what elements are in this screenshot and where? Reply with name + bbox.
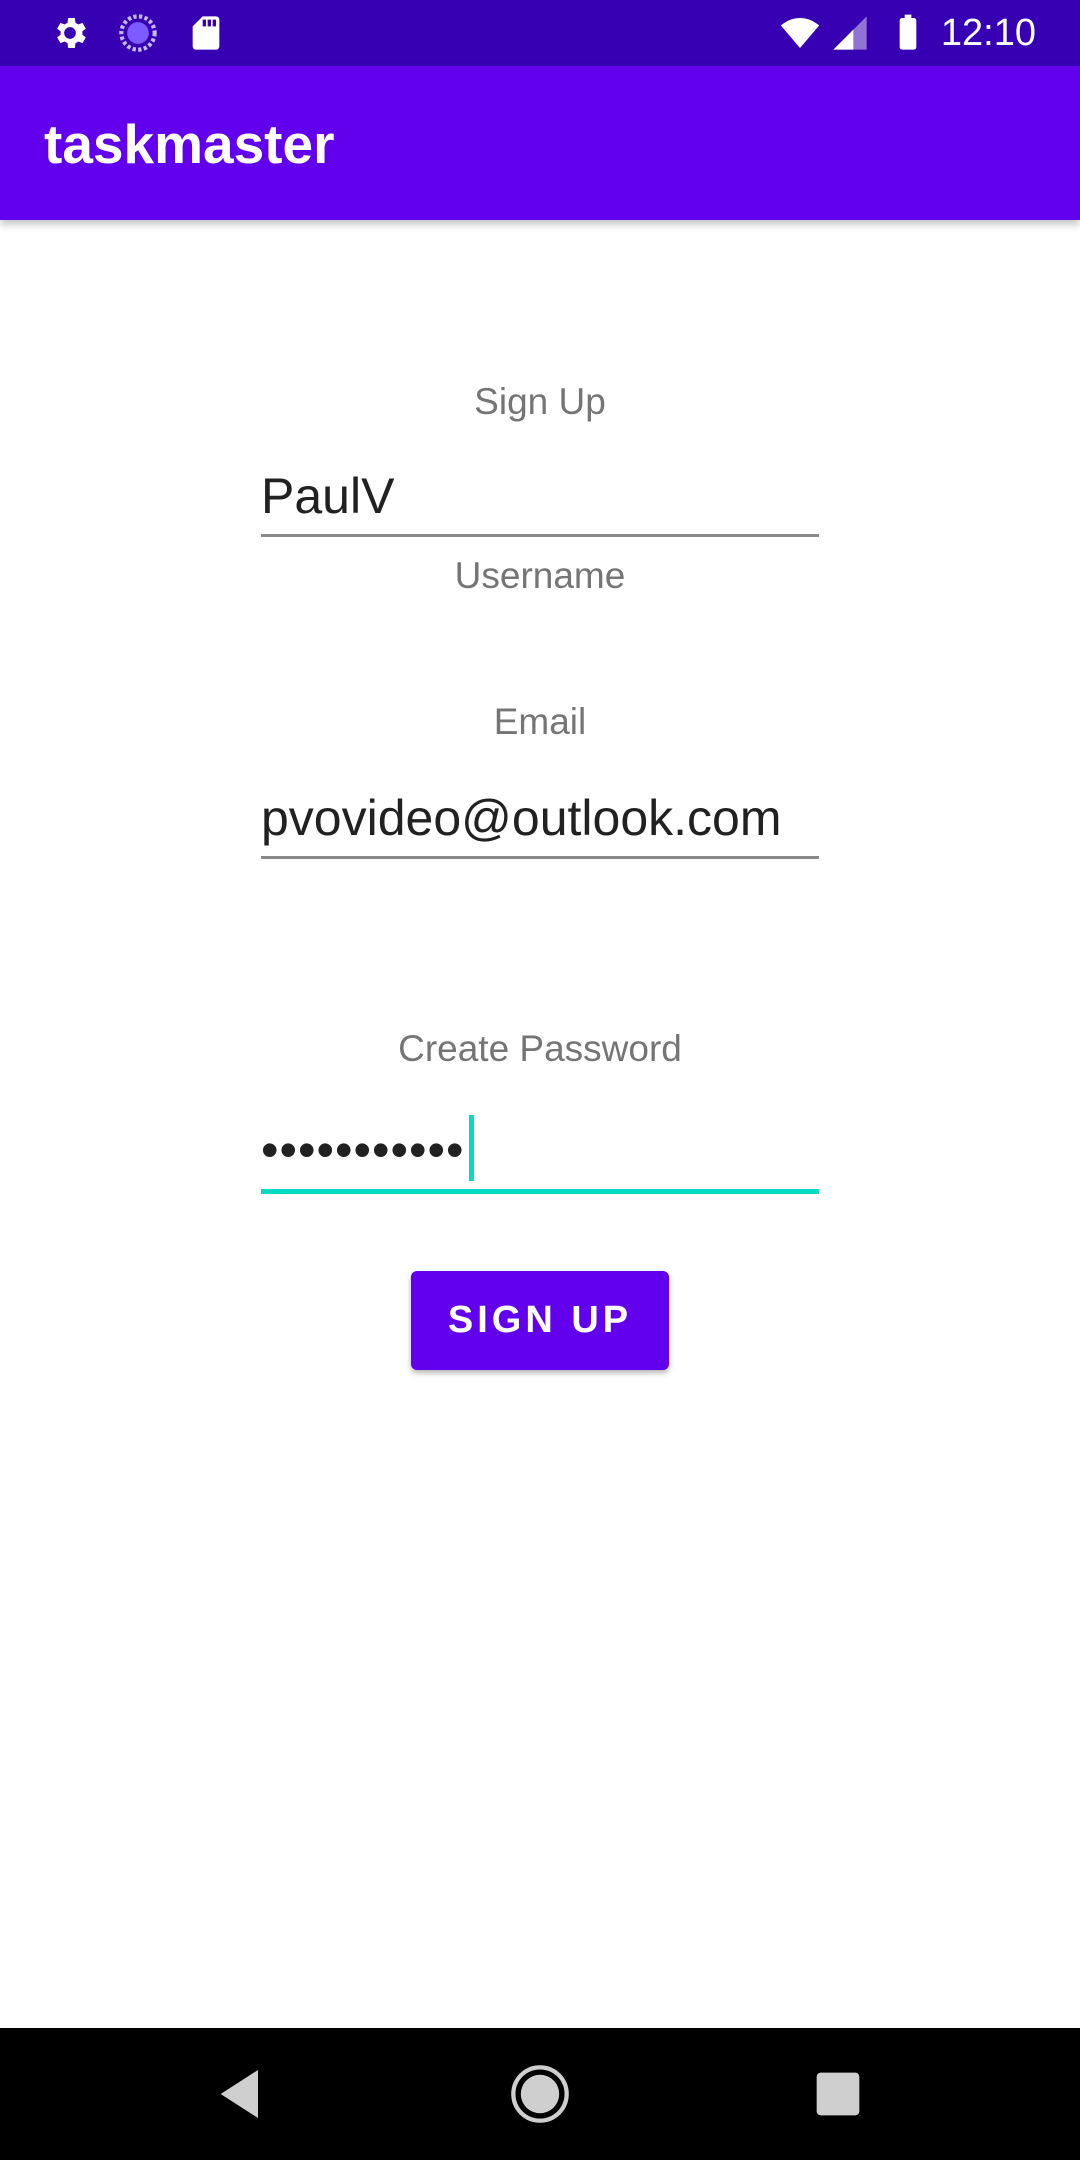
password-input-content: •••••••••••: [261, 1115, 474, 1181]
home-icon[interactable]: [508, 2062, 572, 2126]
password-label: Create Password: [398, 1028, 682, 1069]
password-value: •••••••••••: [261, 1122, 465, 1178]
status-time: 12:10: [940, 12, 1036, 54]
email-field[interactable]: pvovideo@outlook.com: [261, 779, 819, 859]
app-bar: taskmaster: [0, 66, 1080, 220]
navigation-bar: [0, 2028, 1080, 2160]
screen: 12:10 taskmaster Sign Up PaulV Username …: [0, 0, 1080, 2160]
back-icon[interactable]: [210, 2062, 274, 2126]
text-cursor: [468, 1115, 474, 1181]
sign-up-button[interactable]: SIGN UP: [411, 1271, 669, 1370]
email-value: pvovideo@outlook.com: [261, 790, 782, 846]
battery-icon: [899, 14, 917, 50]
username-field[interactable]: PaulV: [261, 457, 819, 537]
form-heading: Sign Up: [474, 381, 606, 422]
sync-progress-icon: [119, 14, 157, 52]
sd-card-icon: [192, 16, 220, 50]
username-label: Username: [454, 555, 626, 596]
recents-icon[interactable]: [806, 2062, 870, 2126]
status-bar: 12:10: [0, 0, 1080, 66]
email-label: Email: [493, 701, 587, 742]
cellular-signal-icon: [833, 16, 867, 50]
username-value: PaulV: [261, 468, 395, 524]
password-field[interactable]: •••••••••••: [261, 1114, 819, 1194]
app-title: taskmaster: [44, 113, 335, 175]
settings-icon: [57, 18, 86, 48]
wifi-icon: [780, 18, 820, 48]
